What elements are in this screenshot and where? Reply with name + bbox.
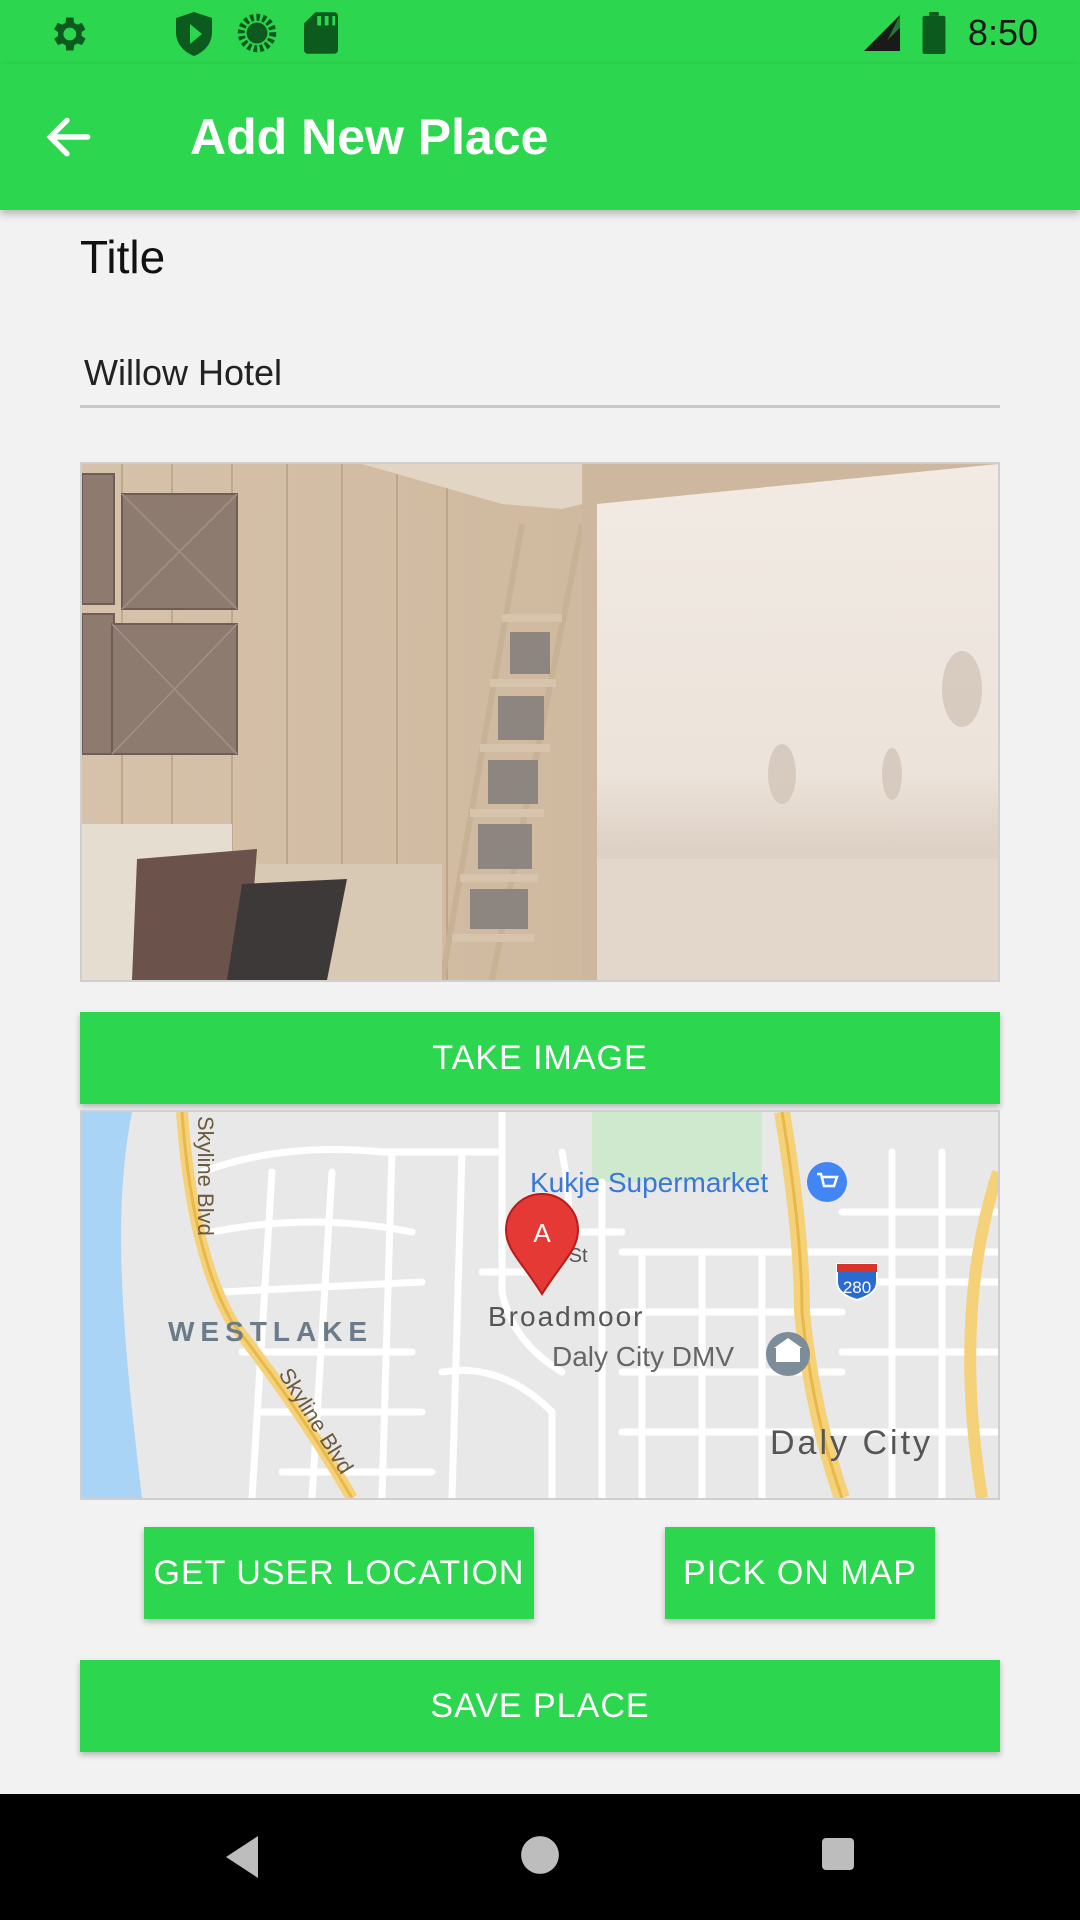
back-triangle-icon[interactable]	[222, 1834, 262, 1880]
highway-shield-icon: 280	[836, 1263, 878, 1302]
place-image	[80, 462, 1000, 982]
signal-icon	[864, 15, 900, 51]
gear-icon	[54, 17, 86, 51]
save-place-button[interactable]: SAVE PLACE	[80, 1660, 1000, 1752]
building-icon	[766, 1332, 810, 1376]
app-bar: Add New Place	[0, 64, 1080, 210]
take-image-button[interactable]: TAKE IMAGE	[80, 1012, 1000, 1104]
system-nav-bar	[0, 1794, 1080, 1920]
recents-square-icon[interactable]	[820, 1836, 856, 1872]
arrow-left-icon[interactable]	[44, 112, 94, 162]
map-label-skyline-1: Skyline Blvd	[193, 1116, 218, 1236]
room-photo	[82, 464, 998, 980]
sync-icon	[237, 13, 277, 53]
shield-play-icon	[176, 12, 212, 56]
page-title: Add New Place	[190, 109, 549, 165]
status-time: 8:50	[967, 12, 1038, 53]
status-bar: 8:50	[0, 0, 1080, 64]
get-user-location-button[interactable]: GET USER LOCATION	[144, 1527, 534, 1619]
title-input[interactable]	[80, 340, 1000, 408]
map-label-kukje: Kukje Supermarket	[530, 1167, 768, 1198]
map-label-dmv: Daly City DMV	[552, 1341, 734, 1372]
map-label-daly-city: Daly City	[770, 1424, 933, 1462]
map-label-westlake: WESTLAKE	[168, 1316, 373, 1347]
sd-card-icon	[304, 12, 338, 54]
cart-icon	[807, 1162, 847, 1202]
pick-on-map-button[interactable]: PICK ON MAP	[665, 1527, 935, 1619]
marker-label: A	[533, 1218, 551, 1248]
map-view: 280 Kukje Supermarket Broadmoor Daly Cit…	[82, 1112, 998, 1498]
location-map[interactable]: 280 Kukje Supermarket Broadmoor Daly Cit…	[80, 1110, 1000, 1500]
map-label-broadmoor: Broadmoor	[488, 1301, 645, 1332]
highway-label: 280	[843, 1278, 871, 1297]
home-circle-icon[interactable]	[519, 1834, 561, 1876]
title-label: Title	[80, 231, 166, 283]
battery-icon	[922, 12, 946, 54]
